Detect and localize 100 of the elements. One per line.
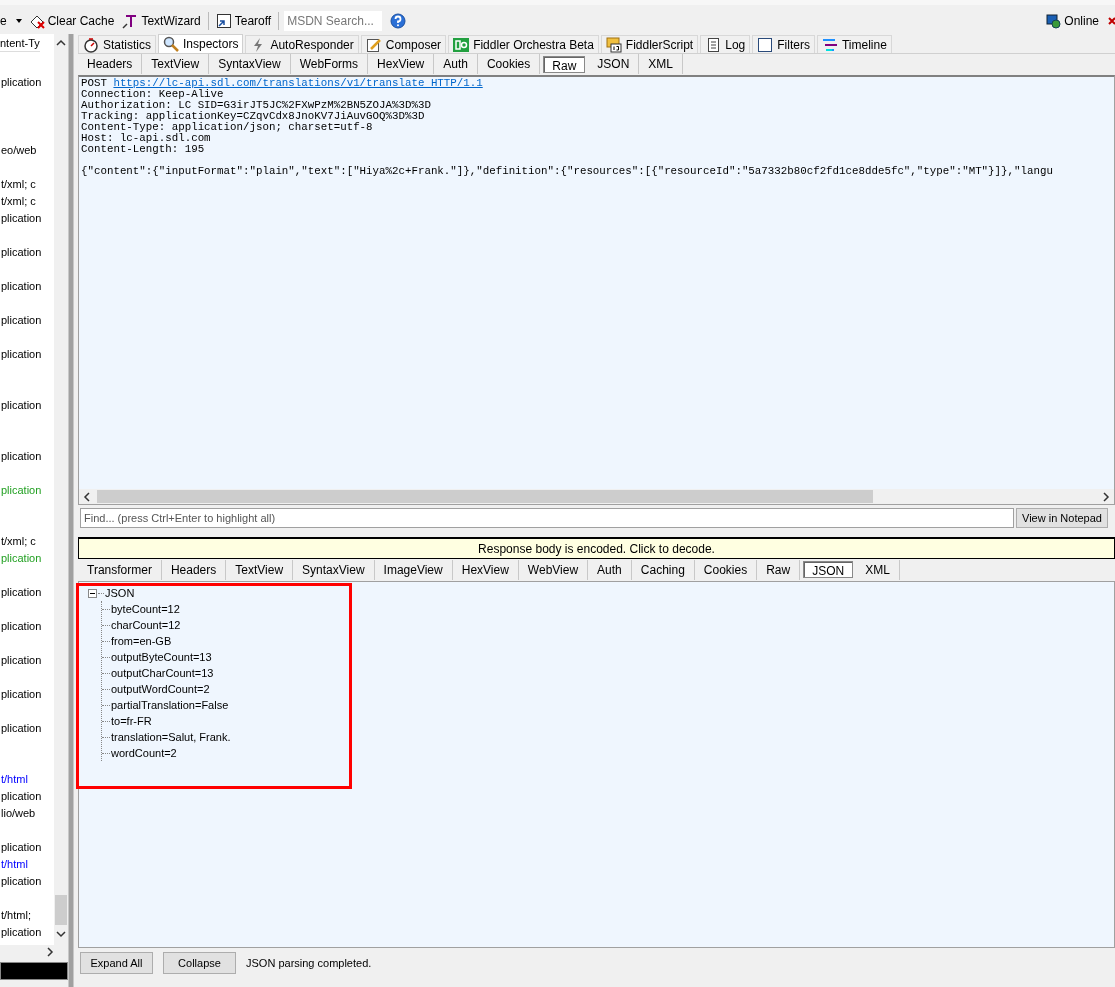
session-cell[interactable]: plication: [1, 346, 42, 363]
column-header[interactable]: ntent-Ty: [0, 34, 40, 52]
session-cell[interactable]: plication: [1, 482, 42, 499]
inspector-tab[interactable]: Timeline: [816, 35, 892, 53]
script-scroll-icon: [605, 36, 622, 53]
caret-icon: [14, 18, 23, 24]
view-in-notepad-button[interactable]: View in Notepad: [1016, 508, 1108, 528]
clear-cache-button[interactable]: Clear Cache: [26, 12, 117, 30]
tree-node[interactable]: byteCount=12: [111, 600, 180, 618]
session-cell[interactable]: plication: [1, 788, 42, 805]
session-cell[interactable]: t/xml; c: [1, 533, 36, 550]
view-tab[interactable]: WebView: [518, 559, 589, 580]
view-tab[interactable]: Caching: [631, 559, 695, 580]
scrollbar-thumb[interactable]: [97, 490, 873, 503]
quickexec-bar[interactable]: [0, 962, 68, 980]
view-tab[interactable]: Transformer: [78, 559, 162, 580]
inspector-tab[interactable]: Statistics: [78, 35, 156, 53]
view-tab[interactable]: Raw: [757, 559, 801, 580]
tree-node[interactable]: translation=Salut, Frank.: [111, 728, 231, 746]
session-cell[interactable]: plication: [1, 720, 42, 737]
horizontal-scrollbar[interactable]: [79, 489, 1114, 504]
session-cell[interactable]: t/xml; c: [1, 176, 36, 193]
scroll-up-icon[interactable]: [56, 38, 66, 48]
session-cell[interactable]: plication: [1, 210, 42, 227]
view-tab[interactable]: Headers: [161, 559, 227, 580]
view-tab[interactable]: Cookies: [477, 54, 541, 74]
session-cell[interactable]: plication: [1, 550, 42, 567]
fo-logo-icon: [453, 36, 470, 53]
tree-node[interactable]: charCount=12: [111, 616, 181, 634]
view-tab[interactable]: Auth: [588, 559, 632, 580]
inspector-tab[interactable]: Inspectors: [158, 34, 244, 53]
request-url-link[interactable]: https://lc-api.sdl.com/translations/v1/translate HTTP/1.1: [113, 77, 483, 89]
tree-node[interactable]: JSON: [105, 584, 135, 602]
view-tab[interactable]: Raw: [543, 55, 586, 73]
scroll-right-icon[interactable]: [46, 947, 54, 957]
collapse-button[interactable]: Collapse: [163, 952, 236, 974]
view-tab[interactable]: XML: [856, 559, 900, 580]
view-tab[interactable]: HexView: [452, 559, 519, 580]
view-tab[interactable]: SyntaxView: [209, 54, 291, 74]
encoded-body-banner[interactable]: Response body is encoded. Click to decode.: [78, 537, 1115, 559]
session-cell[interactable]: eo/web: [1, 142, 37, 159]
scroll-right-icon[interactable]: [1102, 491, 1110, 502]
session-cell[interactable]: t/html;: [1, 907, 31, 924]
view-tab[interactable]: SyntaxView: [293, 559, 375, 580]
view-tab[interactable]: Cookies: [694, 559, 758, 580]
toolbar-item[interactable]: e: [0, 12, 7, 30]
inspector-tab[interactable]: Composer: [360, 35, 447, 53]
session-cell[interactable]: plication: [1, 74, 42, 91]
inspector-tab[interactable]: FiddlerScript: [600, 35, 699, 53]
session-cell[interactable]: plication: [1, 244, 42, 261]
scroll-left-icon[interactable]: [83, 491, 91, 502]
view-tab[interactable]: JSON: [803, 561, 854, 578]
textwizard-button[interactable]: TextWizard: [120, 12, 203, 30]
collapse-toggle-icon[interactable]: [88, 588, 97, 598]
msdn-search-field[interactable]: MSDN Search...: [284, 11, 383, 31]
view-tab[interactable]: TextView: [142, 54, 210, 74]
tree-node[interactable]: outputCharCount=13: [111, 664, 214, 682]
session-cell[interactable]: t/xml; c: [1, 193, 36, 210]
inspector-tab[interactable]: Fiddler Orchestra Beta: [448, 35, 599, 53]
view-tab[interactable]: ImageView: [374, 559, 453, 580]
inspector-tab[interactable]: Filters: [752, 35, 815, 53]
view-tab[interactable]: XML: [639, 54, 683, 74]
session-cell[interactable]: plication: [1, 448, 42, 465]
inspector-tab[interactable]: AutoResponder: [245, 35, 359, 53]
session-cell[interactable]: lio/web: [1, 805, 36, 822]
find-field[interactable]: Find... (press Ctrl+Enter to highlight all): [80, 508, 1014, 528]
scrollbar-thumb[interactable]: [55, 895, 67, 925]
view-tab[interactable]: HexView: [368, 54, 435, 74]
session-cell[interactable]: plication: [1, 278, 42, 295]
session-cell[interactable]: plication: [1, 618, 42, 635]
tree-node[interactable]: outputByteCount=13: [111, 648, 212, 666]
tree-node[interactable]: partialTranslation=False: [111, 696, 229, 714]
view-tab[interactable]: TextView: [226, 559, 294, 580]
session-cell[interactable]: plication: [1, 873, 42, 890]
view-tab[interactable]: Headers: [78, 54, 143, 74]
expand-all-button[interactable]: Expand All: [80, 952, 153, 974]
session-cell[interactable]: plication: [1, 312, 42, 329]
session-cell[interactable]: plication: [1, 652, 42, 669]
document-icon: [705, 36, 722, 53]
network-globe-icon: [1045, 13, 1062, 29]
view-tab[interactable]: WebForms: [290, 54, 369, 74]
tree-node[interactable]: outputWordCount=2: [111, 680, 210, 698]
tree-node[interactable]: to=fr-FR: [111, 712, 152, 730]
online-indicator[interactable]: Online: [1045, 12, 1099, 30]
tree-node[interactable]: wordCount=2: [111, 744, 177, 762]
session-cell[interactable]: t/html: [1, 771, 28, 788]
notepad-pencil-icon: [365, 36, 382, 53]
session-cell[interactable]: t/html: [1, 856, 28, 873]
tearoff-button[interactable]: Tearoff: [213, 12, 274, 30]
tree-node[interactable]: from=en-GB: [111, 632, 172, 650]
session-cell[interactable]: plication: [1, 397, 42, 414]
inspector-tab[interactable]: Log: [700, 35, 751, 53]
session-cell[interactable]: plication: [1, 584, 42, 601]
http-method: POST: [81, 77, 107, 89]
session-cell[interactable]: plication: [1, 839, 42, 856]
scroll-down-icon[interactable]: [56, 929, 66, 939]
session-cell[interactable]: plication: [1, 924, 42, 941]
session-cell[interactable]: plication: [1, 686, 42, 703]
view-tab[interactable]: JSON: [588, 54, 640, 74]
view-tab[interactable]: Auth: [434, 54, 478, 74]
